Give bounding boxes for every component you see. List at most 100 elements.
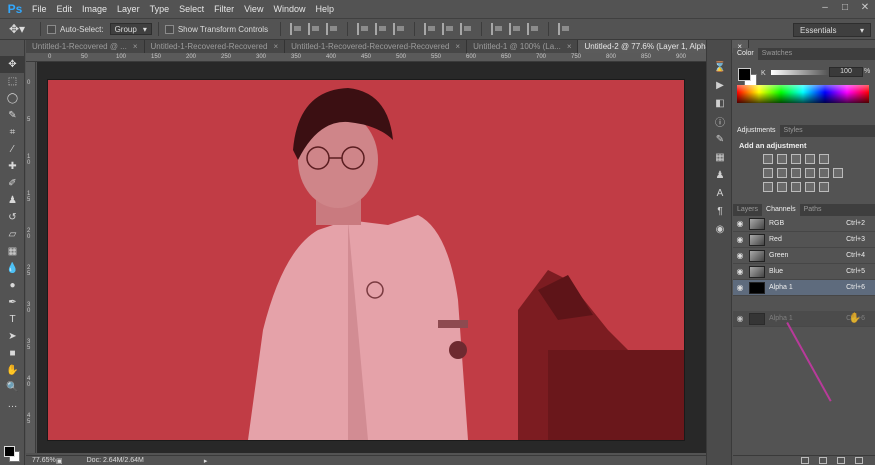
threshold-icon[interactable]: [791, 182, 801, 192]
move-tool-preset-icon[interactable]: ✥▾: [0, 19, 34, 39]
dodge-tool-icon[interactable]: ●: [0, 277, 25, 294]
tab-paths[interactable]: Paths: [800, 204, 826, 216]
maximize-icon[interactable]: □: [839, 2, 851, 14]
new-channel-icon[interactable]: [837, 457, 845, 464]
blur-tool-icon[interactable]: 💧: [0, 260, 25, 277]
info-panel-icon[interactable]: ⓘ: [707, 112, 733, 130]
crop-tool-icon[interactable]: ⌗: [0, 124, 25, 141]
align-hcenter-icon[interactable]: [375, 23, 387, 35]
gradient-tool-icon[interactable]: ▦: [0, 243, 25, 260]
hue-saturation-icon[interactable]: [763, 168, 773, 178]
k-channel-input[interactable]: 100: [829, 67, 863, 77]
actions-play-icon[interactable]: ▶: [707, 76, 733, 94]
levels-icon[interactable]: [777, 154, 787, 164]
dragged-channel-ghost[interactable]: ◉ Alpha 1 Ctrl+6 ✋: [733, 311, 875, 327]
ruler-vertical[interactable]: 0 5 1 0 1 5 2 0 2 5 3 0 3 5 4 0 4 5: [26, 62, 36, 453]
color-spectrum[interactable]: [737, 85, 869, 103]
eraser-tool-icon[interactable]: ▱: [0, 226, 25, 243]
color-lookup-icon[interactable]: [833, 168, 843, 178]
menu-select[interactable]: Select: [177, 0, 212, 18]
posterize-icon[interactable]: [777, 182, 787, 192]
menu-edit[interactable]: Edit: [55, 0, 81, 18]
doc-tab-1[interactable]: Untitled-1-Recovered @ ... ×: [26, 40, 145, 53]
ruler-horizontal[interactable]: 0 50 100 150 200 250 300 350 400 450 500…: [26, 53, 706, 62]
paragraph-icon[interactable]: ¶: [707, 202, 733, 220]
menu-file[interactable]: File: [30, 0, 55, 18]
close-icon[interactable]: ×: [273, 40, 278, 53]
transform-controls-checkbox[interactable]: [164, 24, 174, 34]
distribute-top-icon[interactable]: [424, 23, 436, 35]
quick-select-tool-icon[interactable]: ✎: [0, 107, 25, 124]
brightness-icon[interactable]: [763, 154, 773, 164]
menu-type[interactable]: Type: [148, 0, 178, 18]
align-top-icon[interactable]: [290, 23, 302, 35]
black-white-icon[interactable]: [791, 168, 801, 178]
path-select-tool-icon[interactable]: ➤: [0, 328, 25, 345]
tab-styles[interactable]: Styles: [780, 125, 807, 137]
menu-help[interactable]: Help: [313, 0, 342, 18]
brush-panel-icon[interactable]: ✎: [707, 130, 733, 148]
align-left-icon[interactable]: [357, 23, 369, 35]
brush-tool-icon[interactable]: ✐: [0, 175, 25, 192]
channel-row-rgb[interactable]: ◉ RGB Ctrl+2: [733, 216, 875, 232]
close-icon[interactable]: ✕: [859, 2, 871, 14]
invert-icon[interactable]: [763, 182, 773, 192]
lasso-tool-icon[interactable]: ◯: [0, 90, 25, 107]
visibility-eye-icon[interactable]: ◉: [733, 283, 747, 292]
3d-icon[interactable]: ◉: [707, 220, 733, 238]
auto-select-checkbox[interactable]: [47, 24, 56, 34]
marquee-tool-icon[interactable]: ⬚: [0, 73, 25, 90]
zoom-level[interactable]: 77.65%: [26, 457, 56, 464]
tab-swatches[interactable]: Swatches: [758, 48, 796, 60]
tab-layers[interactable]: Layers: [733, 204, 762, 216]
navigator-icon[interactable]: ◧: [707, 94, 733, 112]
save-selection-icon[interactable]: [819, 457, 827, 464]
tab-channels[interactable]: Channels: [762, 204, 800, 216]
brush-presets-icon[interactable]: ▦: [707, 148, 733, 166]
zoom-tool-icon[interactable]: 🔍: [0, 379, 25, 396]
distribute-vcenter-icon[interactable]: [442, 23, 454, 35]
align-vcenter-icon[interactable]: [308, 23, 320, 35]
close-icon[interactable]: ×: [567, 40, 572, 53]
channel-row-red[interactable]: ◉ Red Ctrl+3: [733, 232, 875, 248]
auto-align-icon[interactable]: [558, 23, 570, 35]
channel-row-alpha-1[interactable]: ◉ Alpha 1 Ctrl+6: [733, 280, 875, 296]
status-menu-arrow-icon[interactable]: ▸: [204, 457, 208, 465]
visibility-eye-icon[interactable]: ◉: [733, 267, 747, 276]
doc-tab-3[interactable]: Untitled-1-Recovered-Recovered-Recovered…: [285, 40, 468, 53]
clone-stamp-tool-icon[interactable]: ♟: [0, 192, 25, 209]
color-balance-icon[interactable]: [777, 168, 787, 178]
visibility-eye-icon[interactable]: ◉: [733, 219, 747, 228]
distribute-left-icon[interactable]: [491, 23, 503, 35]
gradient-map-icon[interactable]: [819, 182, 829, 192]
menu-window[interactable]: Window: [271, 0, 313, 18]
menu-image[interactable]: Image: [80, 0, 115, 18]
visibility-eye-icon[interactable]: ◉: [733, 251, 747, 260]
close-icon[interactable]: ×: [133, 40, 138, 53]
move-tool-icon[interactable]: ✥: [0, 56, 25, 73]
auto-select-dropdown[interactable]: Group ▾: [109, 23, 152, 35]
eyedropper-tool-icon[interactable]: ⁄: [0, 141, 25, 158]
hand-tool-icon[interactable]: ✋: [0, 362, 25, 379]
clone-source-icon[interactable]: ♟: [707, 166, 733, 184]
workspace-dropdown[interactable]: Essentials ▾: [793, 23, 871, 37]
close-icon[interactable]: ×: [455, 40, 460, 53]
character-icon[interactable]: A: [707, 184, 733, 202]
doc-tab-2[interactable]: Untitled-1-Recovered-Recovered ×: [144, 40, 286, 53]
foreground-swatch[interactable]: [738, 68, 751, 81]
healing-brush-tool-icon[interactable]: ✚: [0, 158, 25, 175]
selective-color-icon[interactable]: [805, 182, 815, 192]
menu-filter[interactable]: Filter: [212, 0, 242, 18]
trash-icon[interactable]: [855, 457, 863, 464]
channel-row-green[interactable]: ◉ Green Ctrl+4: [733, 248, 875, 264]
channel-mixer-icon[interactable]: [819, 168, 829, 178]
history-brush-tool-icon[interactable]: ↺: [0, 209, 25, 226]
channel-row-blue[interactable]: ◉ Blue Ctrl+5: [733, 264, 875, 280]
curves-icon[interactable]: [791, 154, 801, 164]
history-icon[interactable]: ⌛: [707, 58, 733, 76]
info-icon[interactable]: ▣: [56, 457, 63, 465]
distribute-bottom-icon[interactable]: [460, 23, 472, 35]
tab-adjustments[interactable]: Adjustments: [733, 125, 780, 137]
photo-filter-icon[interactable]: [805, 168, 815, 178]
menu-layer[interactable]: Layer: [115, 0, 148, 18]
